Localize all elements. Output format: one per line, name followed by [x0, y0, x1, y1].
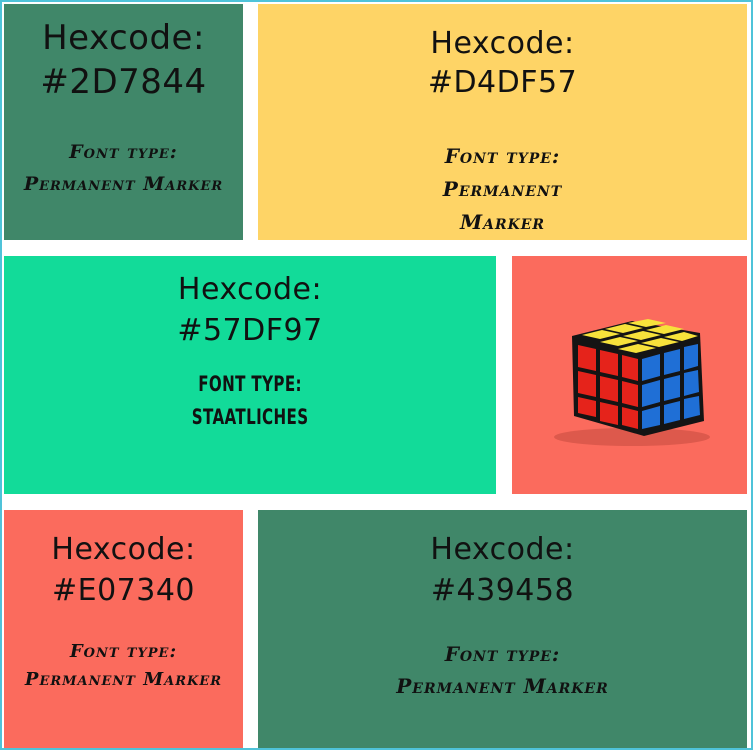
rubiks-cube-icon	[554, 319, 710, 446]
hexcode-label: Hexcode:	[430, 532, 575, 567]
font-type-label: Font type:	[69, 141, 178, 163]
hexcode-value: #2D7844	[40, 62, 207, 102]
palette-board: Hexcode: #2D7844 Font type: Permanent Ma…	[0, 0, 753, 750]
hexcode-value: #D4DF57	[427, 65, 578, 100]
font-info: FONT TYPE: STAATLICHES	[169, 368, 331, 434]
hexcode-value: #439458	[430, 573, 575, 608]
color-tile-4: Hexcode: #E07340 Font type: Permanent Ma…	[4, 510, 243, 748]
color-tile-1: Hexcode: #2D7844 Font type: Permanent Ma…	[4, 4, 243, 240]
font-type-name: Permanent Marker	[24, 669, 223, 690]
font-type-label: Font type:	[69, 641, 178, 662]
font-type-name: STAATLICHES	[191, 405, 309, 429]
hexcode-label: Hexcode:	[42, 18, 205, 58]
font-type-label: Font type:	[444, 642, 561, 666]
font-type-label: FONT TYPE:	[198, 372, 302, 396]
font-type-name: Permanent Marker	[396, 674, 609, 698]
color-tile-3: Hexcode: #57DF97 FONT TYPE: STAATLICHES	[4, 256, 496, 494]
font-type-label: Font type:	[444, 144, 561, 168]
hexcode-label: Hexcode:	[51, 532, 196, 567]
hexcode-value: #E07340	[51, 573, 196, 608]
hexcode-label: Hexcode:	[177, 272, 323, 307]
font-type-name-line1: Permanent	[442, 177, 563, 201]
font-type-name: Permanent Marker	[23, 173, 224, 195]
font-type-name-line2: Marker	[459, 210, 546, 234]
font-info: Font type: Permanent Marker	[24, 136, 223, 200]
font-info: Font type: Permanent Marker	[25, 638, 222, 694]
font-info: Font type: Permanent Marker	[396, 638, 608, 702]
color-tile-2: Hexcode: #D4DF57 Font type: Permanent Ma…	[258, 4, 747, 240]
hexcode-label: Hexcode:	[430, 26, 575, 61]
hexcode-value: #57DF97	[177, 313, 323, 348]
rubiks-cube-image-tile	[512, 256, 747, 494]
font-info: Font type: Permanent Marker	[428, 140, 578, 239]
color-tile-5: Hexcode: #439458 Font type: Permanent Ma…	[258, 510, 747, 748]
